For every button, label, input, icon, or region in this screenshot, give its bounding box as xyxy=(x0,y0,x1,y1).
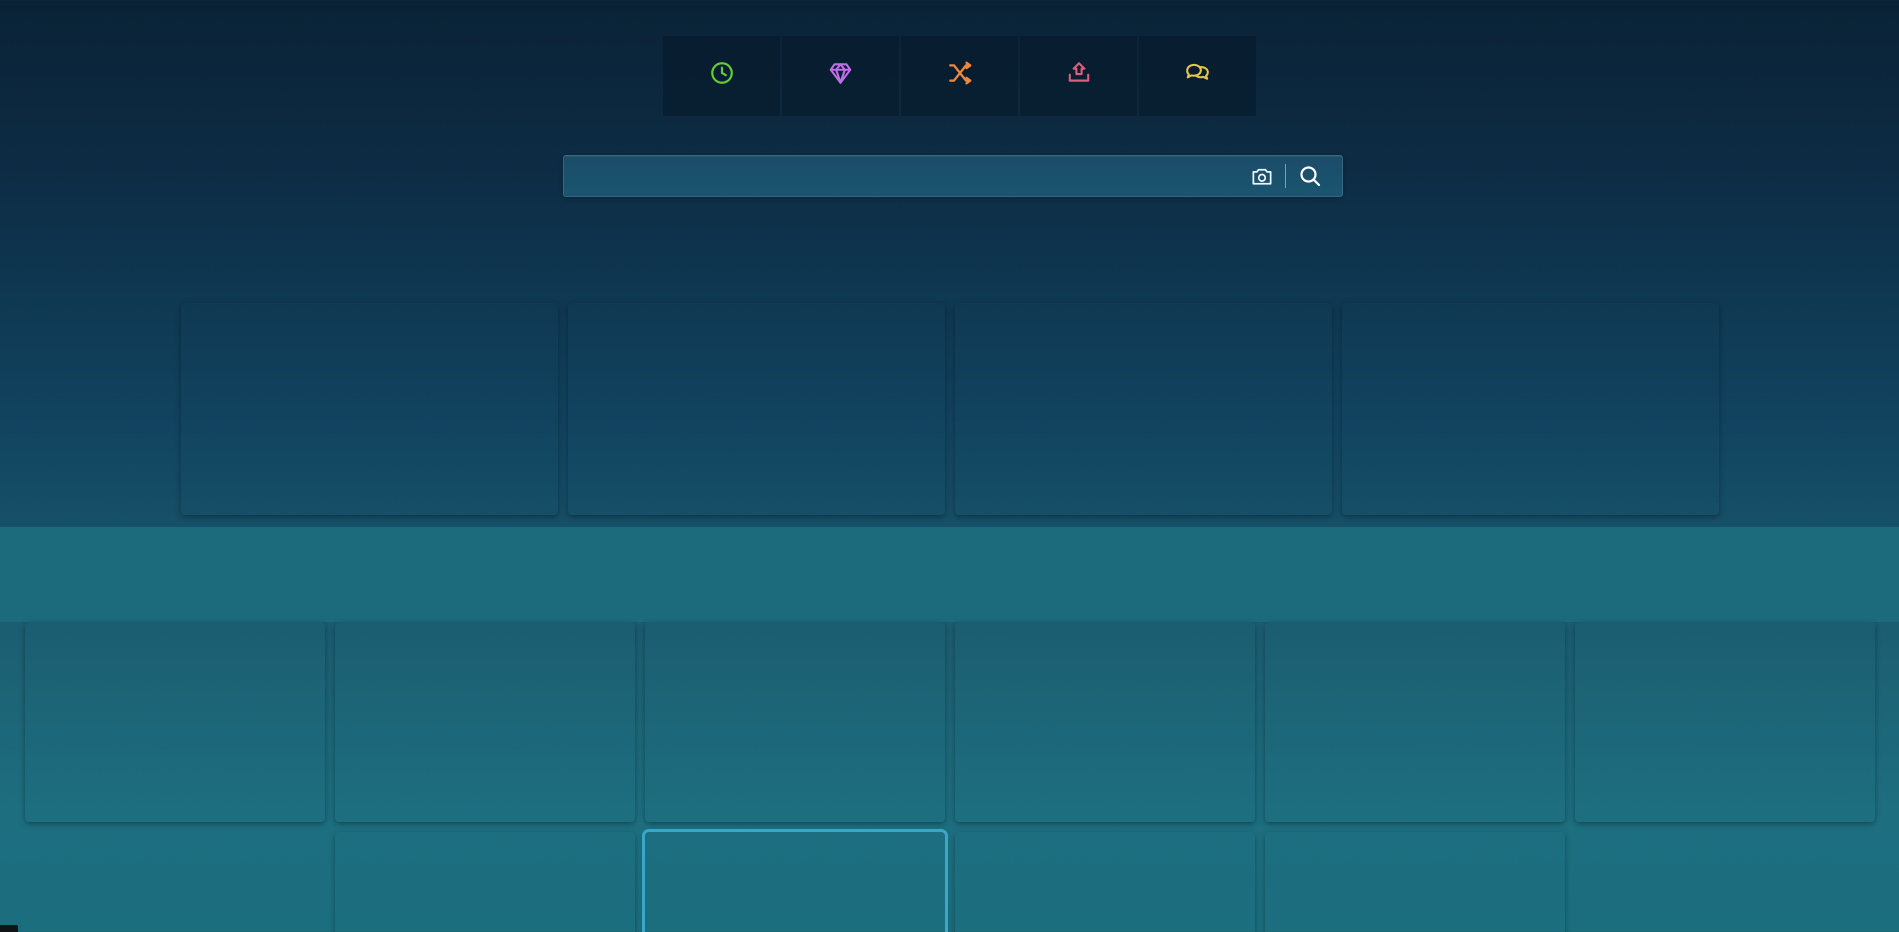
thumbnail-grey-warrior[interactable] xyxy=(955,832,1255,932)
upload-icon xyxy=(1066,60,1092,86)
camera-icon[interactable] xyxy=(1251,166,1273,186)
thumbnail-glowing-ring[interactable] xyxy=(645,622,945,822)
status-bar-url xyxy=(0,925,18,932)
tag-cloud xyxy=(0,218,1899,226)
nav-item-toplist[interactable] xyxy=(782,36,899,116)
thumbnail-beach-anime-girl[interactable] xyxy=(25,622,325,822)
search-divider xyxy=(1285,164,1286,188)
thumbnail-gulf-race-car[interactable] xyxy=(335,832,635,932)
nav-item-upload[interactable] xyxy=(1020,36,1137,116)
main-navigation xyxy=(663,36,1256,116)
thumbnail-rice-terraces[interactable] xyxy=(181,303,558,515)
thumbnail-purple-hair-girl[interactable] xyxy=(645,832,945,932)
thumbnail-surreal-arch[interactable] xyxy=(955,622,1255,822)
search-tools xyxy=(1251,164,1342,188)
thumbnail-grass-macro[interactable] xyxy=(1342,303,1719,515)
shuffle-icon xyxy=(947,60,973,86)
site-header xyxy=(0,0,1899,140)
comments-icon xyxy=(1184,60,1211,86)
thumbnail-golden-bottles[interactable] xyxy=(1265,832,1565,932)
nav-item-random[interactable] xyxy=(901,36,1018,116)
thumbnail-red-cyan-anime[interactable] xyxy=(1265,622,1565,822)
thumbnail-floating-islands[interactable] xyxy=(568,303,945,515)
search-input[interactable] xyxy=(564,156,1251,196)
wallpaper-grid xyxy=(0,622,1899,932)
nav-item-latest[interactable] xyxy=(663,36,780,116)
nav-item-forums[interactable] xyxy=(1139,36,1256,116)
site-logo[interactable] xyxy=(176,26,406,33)
magnifier-icon[interactable] xyxy=(1298,164,1322,188)
thumbnail-cyberpunk-city[interactable] xyxy=(1575,622,1875,822)
search-bar xyxy=(563,155,1343,197)
new-account-band xyxy=(0,527,1899,622)
thumbnail-autumn-forest[interactable] xyxy=(955,303,1332,515)
thumbnail-snowy-mountains[interactable] xyxy=(335,622,635,822)
featured-thumbnail-strip xyxy=(0,303,1899,515)
clock-icon xyxy=(709,60,735,86)
diamond-icon xyxy=(827,60,854,86)
